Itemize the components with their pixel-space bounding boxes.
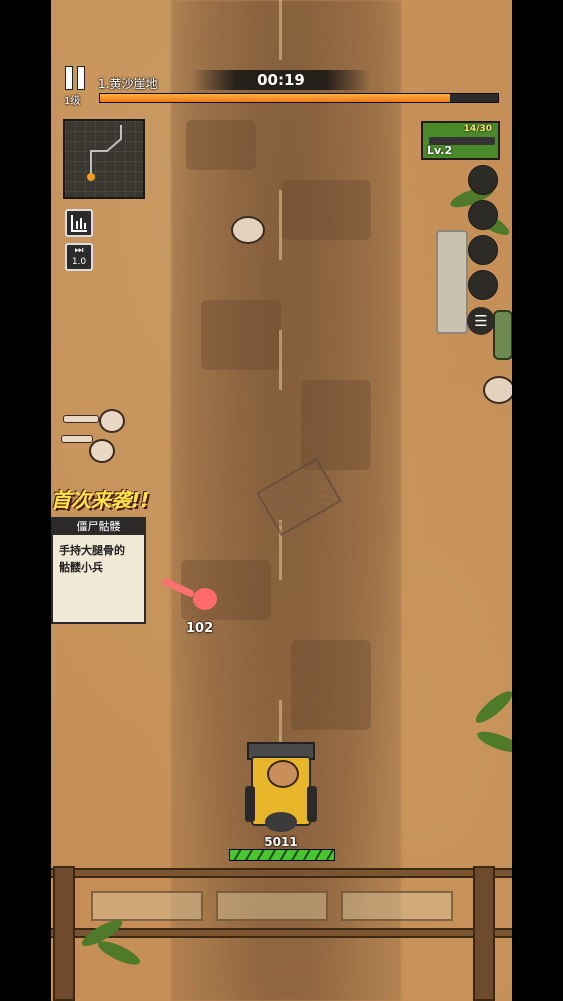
pause-button[interactable] [64,66,88,92]
wooden-gate [51,866,512,1001]
stage-progress-fill [100,94,451,102]
gate-beam [51,928,512,938]
stats-button[interactable] [65,209,93,237]
road-crack [201,300,281,370]
stage-timer: 00:19 [257,71,305,89]
enemy-sand-beast [483,372,512,406]
damage-number: 102 [186,621,214,636]
weapon-level: Lv.2 [427,144,453,157]
enemy-sand-beast [227,212,267,246]
skill-slot[interactable] [468,200,498,230]
gate-sign [216,891,328,921]
enemy-skeleton-group [61,405,131,475]
stats-icon [71,215,87,232]
enemy-info-card: 僵尸骷髅 手持大腿骨的 骷髅小兵 [51,517,146,624]
road-centerline [279,330,282,390]
minimap[interactable] [63,119,145,199]
fast-forward-icon: ⏭ [74,245,84,256]
enemy-name: 僵尸骷髅 [53,519,144,535]
speed-button[interactable]: ⏭ 1.0 [65,243,93,271]
enemy-desc-line: 手持大腿骨的 [59,544,125,557]
enemy-desc-line: 骷髅小兵 [59,561,103,574]
list-icon: ☰ [474,312,488,330]
palm-leaf [474,727,512,757]
gate-post [53,866,75,1001]
skill-slot[interactable] [468,165,498,195]
minimap-route [87,125,122,181]
game-view[interactable]: 102 5011 1级 1.黄沙崖地 00:19 ⏭ 1.0 14/30 Lv.… [51,0,512,1001]
road-crack [281,180,371,240]
truck-hp-bar [229,849,335,861]
stage-progress-bar [99,93,499,103]
first-wave-banner: 首次来袭!! [51,484,169,518]
stone-wall [436,230,468,334]
gate-sign [91,891,203,921]
road-centerline [279,190,282,260]
road-crack [186,120,256,170]
gate-post [473,866,495,1001]
player-truck [245,742,317,834]
weapon-ammo: 14/30 [463,124,492,134]
gate-beam [51,868,512,878]
palm-leaf [471,686,512,728]
road-crack [301,380,371,470]
skill-slot[interactable] [468,235,498,265]
weapon-card[interactable]: 14/30 Lv.2 [421,121,500,160]
first-wave-banner-text: 首次来袭!! [51,488,150,512]
road-centerline [279,0,282,60]
road-crack [291,640,371,730]
list-button[interactable]: ☰ [467,307,495,335]
truck-hp-value: 5011 [264,835,298,849]
pause-icon [65,66,73,90]
speed-value: 1.0 [71,257,87,267]
enemy-description: 手持大腿骨的 骷髅小兵 [53,535,144,583]
stage-name: 1.黄沙崖地 [98,77,158,91]
palm-leaf [95,936,143,970]
gate-sign [341,891,453,921]
player-level: 1级 [64,96,81,107]
skill-slot[interactable] [468,270,498,300]
